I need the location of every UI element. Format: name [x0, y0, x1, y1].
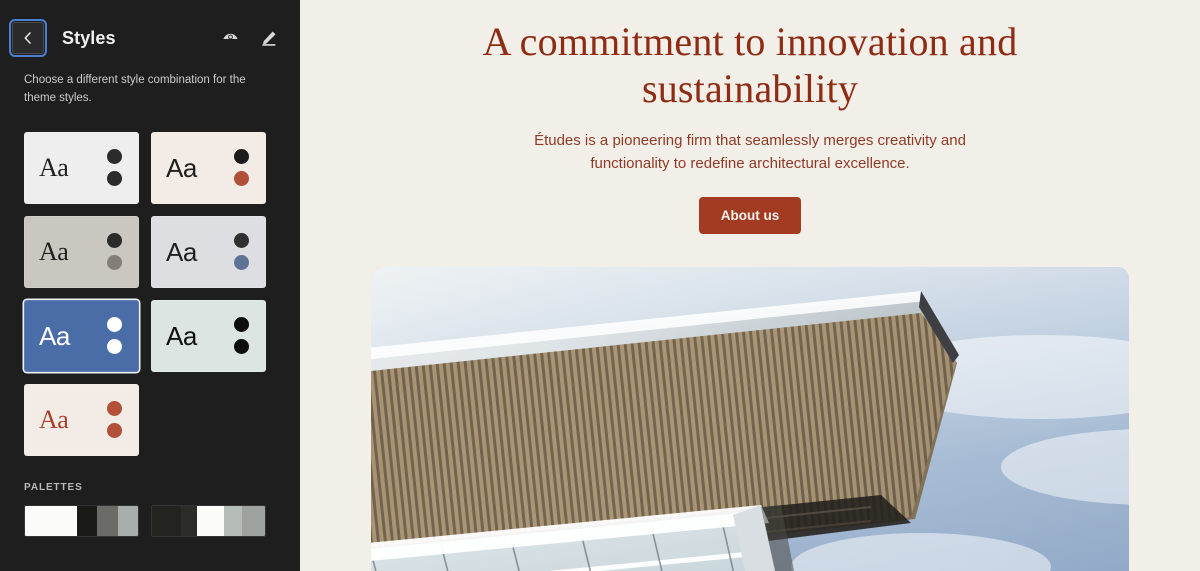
eye-icon[interactable]: [218, 26, 242, 50]
palettes-label: Palettes: [24, 481, 83, 493]
palette-swatch-1[interactable]: [151, 504, 266, 537]
style-variation-sample-text: Aa: [39, 236, 69, 266]
style-variation-sample-text: Aa: [39, 404, 69, 434]
color-dot-0: [234, 149, 249, 165]
color-dot-1: [107, 255, 122, 271]
color-dot-0: [107, 401, 122, 417]
hero-section: A commitment to innovation and sustainab…: [300, 0, 1200, 235]
color-dot-1: [234, 171, 249, 187]
style-variation-sample-text: Aa: [39, 152, 69, 182]
style-variation-0[interactable]: Aa: [24, 131, 139, 204]
color-dot-0: [107, 233, 122, 249]
style-variation-4[interactable]: Aa: [24, 299, 139, 372]
palette-segment-0: [25, 505, 77, 536]
palette-segment-0: [152, 505, 182, 536]
palette-segment-4: [242, 505, 265, 536]
style-variation-6[interactable]: Aa: [24, 383, 139, 456]
chevron-left-icon: [24, 32, 31, 44]
architecture-photo: [371, 267, 1129, 571]
color-dot-1: [234, 255, 249, 271]
style-variation-sample-text: Aa: [166, 236, 197, 267]
sidebar-header-actions: [218, 26, 280, 50]
style-variations-grid: Aa Aa Aa Aa Aa Aa Aa: [0, 108, 300, 456]
color-dot-1: [107, 171, 122, 187]
color-dot-0: [234, 233, 249, 249]
color-dot-0: [107, 149, 122, 165]
style-variation-2[interactable]: Aa: [24, 215, 139, 288]
pencil-icon[interactable]: [256, 26, 280, 50]
panel-description: Choose a different style combination for…: [24, 74, 246, 104]
style-variation-color-dots: [107, 233, 126, 271]
hero-image: [371, 267, 1129, 571]
styles-sidebar: Styles Choose a different style combinat…: [0, 0, 300, 571]
palette-segment-3: [224, 505, 243, 536]
style-variation-color-dots: [234, 317, 253, 355]
style-variation-color-dots: [107, 317, 126, 355]
style-variation-color-dots: [107, 149, 126, 187]
style-variation-color-dots: [107, 401, 126, 439]
palette-segment-2: [197, 505, 225, 536]
palette-segment-3: [117, 505, 138, 536]
palette-segment-1: [181, 505, 198, 536]
style-variation-color-dots: [234, 233, 253, 271]
back-button[interactable]: [9, 19, 47, 57]
style-variation-sample-text: Aa: [166, 152, 197, 183]
hero-subtitle: Études is a pioneering firm that seamles…: [534, 132, 966, 172]
palette-segment-1: [76, 505, 98, 536]
palettes-section: Palettes: [0, 456, 300, 537]
style-variation-sample-text: Aa: [166, 320, 197, 351]
color-dot-1: [107, 423, 122, 439]
style-variation-sample-text: Aa: [39, 320, 70, 351]
style-variation-color-dots: [234, 149, 253, 187]
hero-title: A commitment to innovation and sustainab…: [482, 19, 1018, 112]
color-dot-1: [234, 339, 249, 355]
color-dot-1: [107, 339, 122, 355]
palette-segment-2: [97, 505, 118, 536]
palette-swatch-0[interactable]: [24, 504, 139, 537]
page-title: Styles: [62, 27, 116, 48]
style-variation-1[interactable]: Aa: [151, 131, 266, 204]
color-dot-0: [107, 317, 122, 333]
sidebar-header: Styles: [0, 0, 300, 62]
color-dot-0: [234, 317, 249, 333]
about-us-button[interactable]: About us: [698, 197, 802, 235]
style-variation-5[interactable]: Aa: [151, 299, 266, 372]
style-variation-3[interactable]: Aa: [151, 215, 266, 288]
palettes-grid: [24, 504, 276, 537]
theme-preview: A commitment to innovation and sustainab…: [300, 0, 1200, 571]
